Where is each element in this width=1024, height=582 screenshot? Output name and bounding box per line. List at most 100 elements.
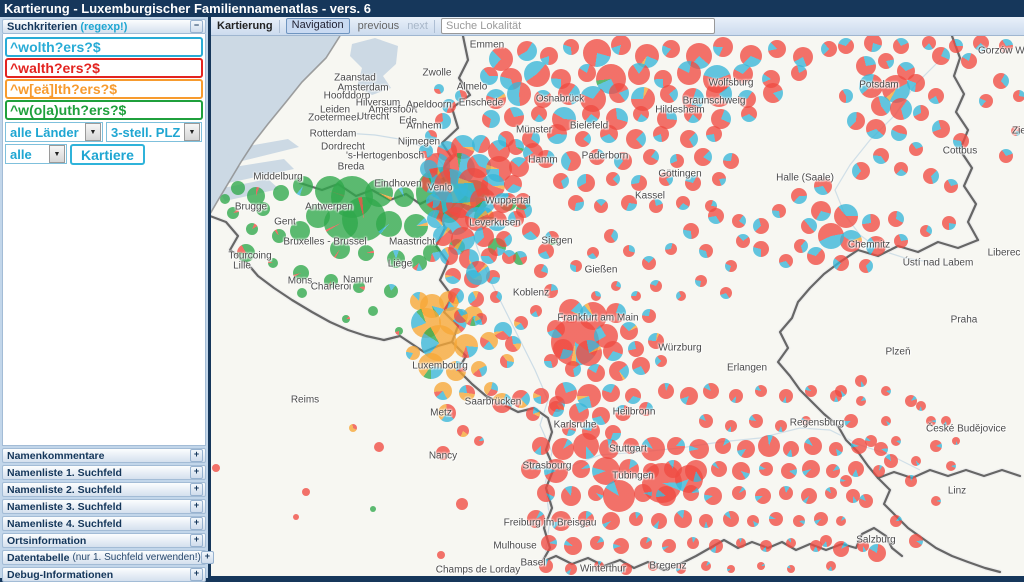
plz-select[interactable]: 3-stell. PLZ ▼ — [106, 122, 202, 142]
expand-plus-icon[interactable]: + — [190, 568, 203, 581]
pie-marker — [946, 461, 956, 471]
pie-marker — [701, 561, 711, 571]
previous-button[interactable]: previous — [358, 20, 400, 32]
pie-marker — [932, 47, 950, 65]
accordion-header[interactable]: Namenliste 1. Suchfeld + — [2, 465, 206, 480]
regex-input-4[interactable] — [5, 100, 203, 120]
pie-marker — [855, 375, 867, 387]
pie-marker — [833, 255, 849, 271]
expand-plus-icon[interactable]: + — [201, 551, 214, 564]
regex-input-1[interactable] — [5, 37, 203, 57]
pie-marker — [604, 229, 618, 243]
chevron-down-icon[interactable]: ▼ — [85, 123, 101, 141]
pie-marker — [490, 291, 502, 303]
locality-search-input[interactable] — [441, 18, 715, 34]
map-city-label: Praha — [951, 315, 978, 326]
accordion-header[interactable]: Namenliste 2. Suchfeld + — [2, 482, 206, 497]
pie-marker — [609, 83, 629, 103]
map-area[interactable]: ZaanstadAmsterdamHoofddorpHilversumAmers… — [211, 36, 1024, 576]
map-city-label: Antwerpen — [305, 202, 353, 213]
map-city-label: Gießen — [585, 265, 618, 276]
pie-marker — [541, 535, 557, 551]
accordion-header[interactable]: Ortsinformation + — [2, 533, 206, 548]
pie-marker — [433, 226, 453, 246]
regex-input-3[interactable] — [5, 79, 203, 99]
kartiere-button[interactable]: Kartiere — [70, 144, 145, 165]
pie-marker — [839, 89, 853, 103]
expand-plus-icon[interactable]: + — [190, 534, 203, 547]
pie-marker — [814, 512, 828, 526]
pie-marker — [821, 41, 837, 57]
accordion-namenliste-2: Namenliste 2. Suchfeld + — [2, 482, 206, 497]
expand-plus-icon[interactable]: + — [190, 483, 203, 496]
sidebar: Suchkriterien (regexp!) − alle Länder ▼ … — [0, 17, 208, 578]
map-city-label: Bregenz — [649, 561, 686, 572]
pie-marker — [502, 250, 516, 264]
map-city-label: Liberec — [988, 248, 1021, 259]
suchkriterien-body: alle Länder ▼ 3-stell. PLZ ▼ alle ▼ Kart… — [2, 34, 206, 446]
chevron-down-icon[interactable]: ▼ — [49, 145, 65, 163]
map-city-label: Metz — [430, 408, 452, 419]
pie-marker — [736, 234, 750, 248]
country-select[interactable]: alle Länder ▼ — [5, 122, 103, 142]
pie-marker — [631, 291, 641, 301]
pie-marker — [517, 41, 537, 61]
expand-plus-icon[interactable]: + — [190, 500, 203, 513]
map-city-label: Liège — [388, 259, 412, 270]
accordion-header[interactable]: Datentabelle (nur 1. Suchfeld verwenden!… — [2, 550, 206, 565]
accordion-header[interactable]: Namenliste 3. Suchfeld + — [2, 499, 206, 514]
accordion-header[interactable]: Namenliste 4. Suchfeld + — [2, 516, 206, 531]
pie-marker — [720, 287, 732, 299]
pie-marker — [729, 389, 743, 403]
pie-marker — [658, 383, 674, 399]
pie-marker — [859, 259, 873, 273]
accordion-label: Namenliste 3. Suchfeld — [7, 501, 122, 513]
expand-plus-icon[interactable]: + — [190, 466, 203, 479]
pie-marker — [683, 485, 699, 501]
pie-marker — [865, 435, 877, 447]
alle-select[interactable]: alle ▼ — [5, 144, 67, 164]
map-city-label: Namur — [343, 275, 373, 286]
map-city-label: Würzburg — [658, 343, 701, 354]
pie-marker — [634, 484, 652, 502]
accordion-label: Namenliste 1. Suchfeld — [7, 467, 122, 479]
pie-marker — [801, 488, 817, 504]
accordion-header[interactable]: Debug-Informationen + — [2, 567, 206, 582]
regex-input-2[interactable] — [5, 58, 203, 78]
next-button[interactable]: next — [407, 20, 428, 32]
pie-marker — [866, 119, 886, 139]
navigation-button[interactable]: Navigation — [286, 18, 350, 34]
expand-plus-icon[interactable]: + — [190, 517, 203, 530]
pie-marker — [633, 106, 649, 122]
accordion-header[interactable]: Namenkommentare + — [2, 448, 206, 463]
pie-marker — [643, 149, 659, 165]
pie-marker — [631, 175, 647, 191]
suchkriterien-header[interactable]: Suchkriterien (regexp!) − — [2, 19, 206, 34]
suchkriterien-title: Suchkriterien — [7, 21, 77, 33]
map-city-label: České Budějovice — [926, 424, 1006, 435]
page-title: Kartierung - Luxemburgischer Familiennam… — [4, 1, 371, 16]
pie-marker — [563, 39, 579, 55]
pie-marker — [531, 106, 547, 122]
pie-marker — [881, 386, 891, 396]
pie-marker — [603, 480, 635, 512]
pie-marker — [524, 61, 550, 87]
collapse-minus-icon[interactable]: − — [190, 20, 203, 33]
pie-marker — [583, 39, 611, 67]
tab-kartierung[interactable]: Kartierung — [217, 20, 273, 32]
map-city-label: Linz — [948, 486, 966, 497]
pie-marker — [712, 172, 726, 186]
chevron-down-icon[interactable]: ▼ — [184, 123, 200, 141]
pie-marker — [676, 291, 686, 301]
pie-marker — [768, 40, 786, 58]
accordion-debug: Debug-Informationen + — [2, 567, 206, 582]
pie-marker — [544, 354, 558, 368]
map-city-label: Mulhouse — [493, 541, 536, 552]
pie-marker — [384, 284, 398, 298]
pie-marker — [699, 414, 713, 428]
pie-marker — [779, 389, 793, 403]
pie-marker — [736, 538, 746, 548]
expand-plus-icon[interactable]: + — [190, 449, 203, 462]
map-city-label: Münster — [516, 125, 552, 136]
accordion-namenkommentare: Namenkommentare + — [2, 448, 206, 463]
